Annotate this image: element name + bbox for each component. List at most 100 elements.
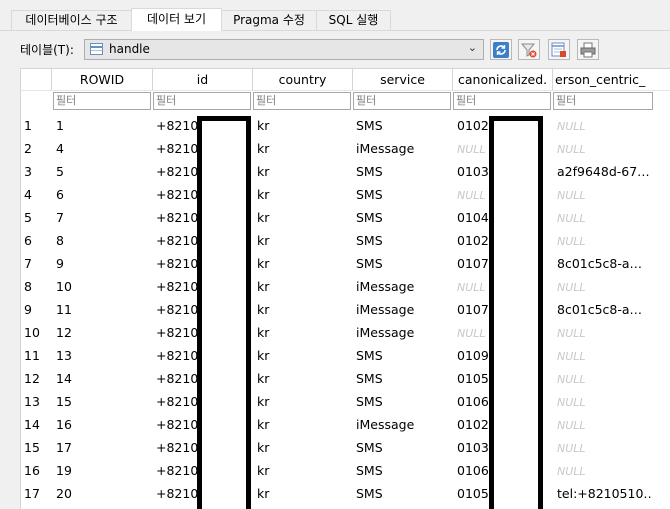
cell-rowid[interactable]: 20 <box>56 482 151 505</box>
table-row[interactable]: 13 15 +82106 kr SMS 01062 NULL <box>21 390 670 413</box>
cell-service[interactable]: SMS <box>356 183 451 206</box>
table-row[interactable]: 2 4 +82103 kr iMessage NULL NULL <box>21 137 670 160</box>
tab-execute-sql[interactable]: SQL 실행 <box>316 10 391 30</box>
cell-country[interactable]: kr <box>257 229 349 252</box>
cell-person-centric[interactable]: NULL <box>557 344 653 367</box>
cell-rowid[interactable]: 16 <box>56 413 151 436</box>
cell-person-centric[interactable]: NULL <box>557 114 653 137</box>
table-row[interactable]: 11 13 +82109 kr SMS 01095 NULL <box>21 344 670 367</box>
cell-country[interactable]: kr <box>257 436 349 459</box>
cell-person-centric[interactable]: a2f9648d-67… <box>557 160 653 183</box>
cell-country[interactable]: kr <box>257 137 349 160</box>
table-row[interactable]: 10 12 +82105 kr iMessage NULL NULL <box>21 321 670 344</box>
cell-rowid[interactable]: 12 <box>56 321 151 344</box>
cell-service[interactable]: SMS <box>356 390 451 413</box>
cell-country[interactable]: kr <box>257 183 349 206</box>
clear-filters-button[interactable] <box>518 39 540 60</box>
cell-country[interactable]: kr <box>257 459 349 482</box>
table-row[interactable]: 15 17 +82103 kr SMS 01036 NULL <box>21 436 670 459</box>
cell-rowid[interactable]: 4 <box>56 137 151 160</box>
cell-rowid[interactable]: 6 <box>56 183 151 206</box>
cell-rowid[interactable]: 14 <box>56 367 151 390</box>
cell-rowid[interactable]: 17 <box>56 436 151 459</box>
cell-service[interactable]: SMS <box>356 367 451 390</box>
cell-service[interactable]: SMS <box>356 114 451 137</box>
cell-rowid[interactable]: 13 <box>56 344 151 367</box>
filter-input-canonicalized[interactable]: 필터 <box>453 92 551 110</box>
table-row[interactable]: 14 16 +82102 kr iMessage 01028 NULL <box>21 413 670 436</box>
print-button[interactable] <box>577 39 599 60</box>
cell-country[interactable]: kr <box>257 344 349 367</box>
cell-rowid[interactable]: 5 <box>56 160 151 183</box>
cell-service[interactable]: iMessage <box>356 298 451 321</box>
table-row[interactable]: 17 20 +82105 kr SMS 01051 tel:+8210510… <box>21 482 670 505</box>
cell-person-centric[interactable]: NULL <box>557 183 653 206</box>
chevron-down-icon[interactable]: ⌄ <box>468 41 477 54</box>
cell-country[interactable]: kr <box>257 390 349 413</box>
table-select[interactable]: handle ⌄ <box>84 39 484 60</box>
cell-service[interactable]: iMessage <box>356 321 451 344</box>
cell-person-centric[interactable]: 8c01c5c8-a… <box>557 252 653 275</box>
cell-person-centric[interactable]: NULL <box>557 459 653 482</box>
table-row[interactable]: 3 5 +82103 kr SMS 01031 a2f9648d-67… <box>21 160 670 183</box>
table-row[interactable]: 7 9 +82107 kr SMS 01072 8c01c5c8-a… <box>21 252 670 275</box>
cell-service[interactable]: SMS <box>356 252 451 275</box>
cell-service[interactable]: SMS <box>356 229 451 252</box>
cell-service[interactable]: SMS <box>356 482 451 505</box>
filter-input-service[interactable]: 필터 <box>353 92 451 110</box>
column-header-person-centric[interactable]: erson_centric_ <box>553 69 670 91</box>
cell-person-centric[interactable]: NULL <box>557 390 653 413</box>
cell-person-centric[interactable]: NULL <box>557 229 653 252</box>
cell-service[interactable]: SMS <box>356 436 451 459</box>
cell-rowid[interactable]: 15 <box>56 390 151 413</box>
cell-person-centric[interactable]: tel:+8210510… <box>557 482 653 505</box>
cell-rowid[interactable]: 9 <box>56 252 151 275</box>
cell-country[interactable]: kr <box>257 252 349 275</box>
cell-service[interactable]: SMS <box>356 206 451 229</box>
table-row[interactable]: 9 11 +82107 kr iMessage 01072 8c01c5c8-a… <box>21 298 670 321</box>
cell-rowid[interactable]: 1 <box>56 114 151 137</box>
table-row[interactable]: 8 10 +82102 kr iMessage NULL NULL <box>21 275 670 298</box>
cell-rowid[interactable]: 7 <box>56 206 151 229</box>
cell-person-centric[interactable]: NULL <box>557 275 653 298</box>
cell-service[interactable]: SMS <box>356 459 451 482</box>
column-header-service[interactable]: service <box>353 69 453 91</box>
table-row[interactable]: 4 6 +82103 kr SMS NULL NULL <box>21 183 670 206</box>
cell-country[interactable]: kr <box>257 206 349 229</box>
table-row[interactable]: 16 19 +82106 kr SMS 01066 NULL <box>21 459 670 482</box>
filter-input-rowid[interactable]: 필터 <box>53 92 151 110</box>
cell-country[interactable]: kr <box>257 482 349 505</box>
refresh-button[interactable] <box>490 39 512 60</box>
cell-rowid[interactable]: 19 <box>56 459 151 482</box>
table-row[interactable]: 1 1 +82102 kr SMS 01024 NULL <box>21 114 670 137</box>
tab-browse-data[interactable]: 데이터 보기 <box>131 8 222 31</box>
cell-rowid[interactable]: 8 <box>56 229 151 252</box>
filter-input-id[interactable]: 필터 <box>153 92 251 110</box>
cell-person-centric[interactable]: NULL <box>557 413 653 436</box>
cell-country[interactable]: kr <box>257 275 349 298</box>
column-header-country[interactable]: country <box>253 69 353 91</box>
cell-rowid[interactable]: 10 <box>56 275 151 298</box>
cell-country[interactable]: kr <box>257 114 349 137</box>
cell-service[interactable]: SMS <box>356 160 451 183</box>
cell-person-centric[interactable]: NULL <box>557 367 653 390</box>
table-row[interactable]: 6 8 +82102 kr SMS 01028 NULL <box>21 229 670 252</box>
save-table-button[interactable] <box>548 39 570 60</box>
cell-person-centric[interactable]: 8c01c5c8-a… <box>557 298 653 321</box>
cell-service[interactable]: SMS <box>356 344 451 367</box>
cell-person-centric[interactable]: NULL <box>557 436 653 459</box>
cell-service[interactable]: iMessage <box>356 137 451 160</box>
column-header-canonicalized[interactable]: canonicalized. <box>453 69 553 91</box>
table-row[interactable]: 5 7 +82104 kr SMS 01041 NULL <box>21 206 670 229</box>
cell-rowid[interactable]: 11 <box>56 298 151 321</box>
cell-person-centric[interactable]: NULL <box>557 206 653 229</box>
cell-country[interactable]: kr <box>257 413 349 436</box>
table-row[interactable]: 12 14 +82105 kr SMS 01050 NULL <box>21 367 670 390</box>
filter-input-country[interactable]: 필터 <box>253 92 351 110</box>
cell-person-centric[interactable]: NULL <box>557 137 653 160</box>
cell-country[interactable]: kr <box>257 160 349 183</box>
cell-service[interactable]: iMessage <box>356 275 451 298</box>
tab-edit-pragmas[interactable]: Pragma 수정 <box>221 10 317 30</box>
cell-service[interactable]: iMessage <box>356 413 451 436</box>
cell-country[interactable]: kr <box>257 321 349 344</box>
